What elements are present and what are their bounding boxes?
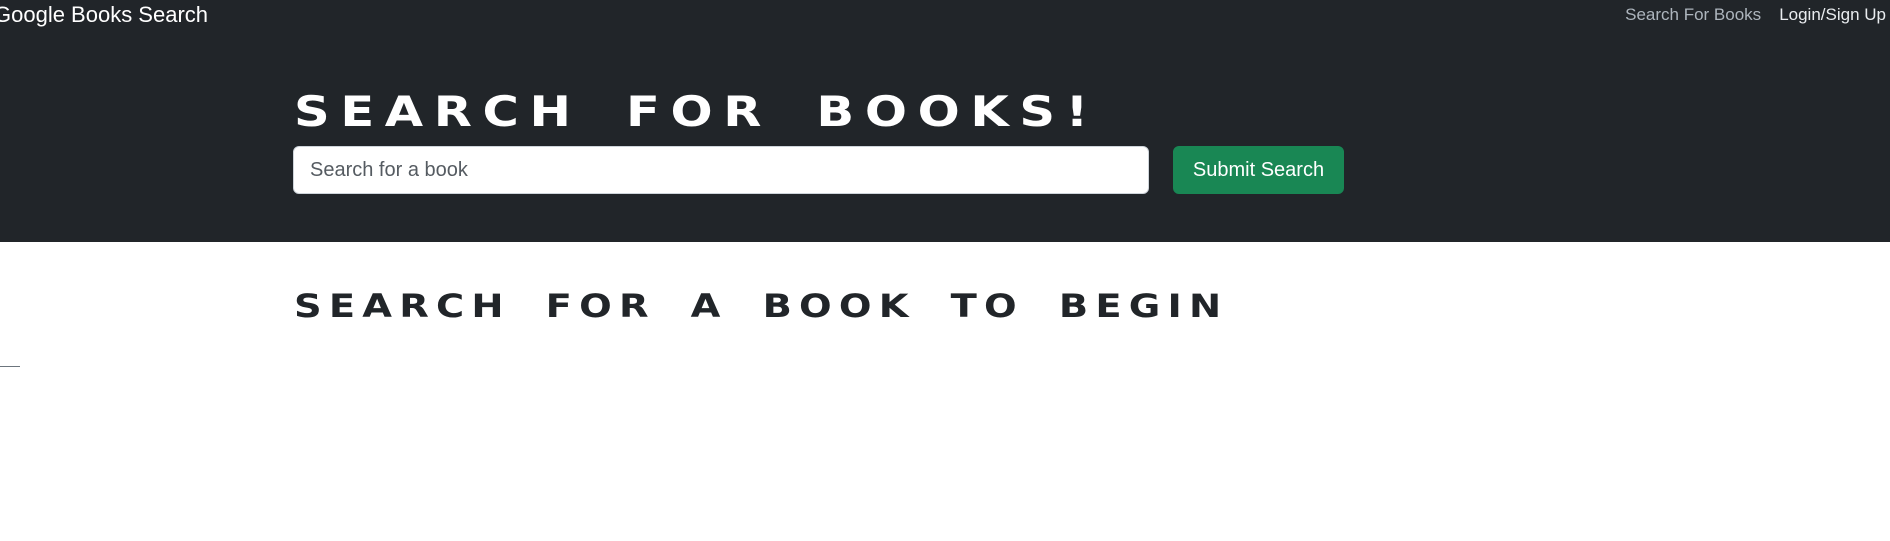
navbar-brand[interactable]: Google Books Search bbox=[0, 2, 208, 28]
submit-search-button[interactable]: Submit Search bbox=[1173, 146, 1344, 194]
results-heading: SEARCH FOR A BOOK TO BEGIN bbox=[294, 287, 1229, 325]
search-input[interactable] bbox=[293, 146, 1149, 194]
navbar-links: Search For Books Login/Sign Up bbox=[1625, 4, 1886, 26]
divider-line bbox=[0, 366, 20, 367]
nav-link-search-for-books[interactable]: Search For Books bbox=[1625, 4, 1761, 26]
top-banner: Google Books Search Search For Books Log… bbox=[0, 0, 1890, 242]
hero-title: SEARCH FOR BOOKS! bbox=[294, 87, 1099, 136]
nav-link-login-signup[interactable]: Login/Sign Up bbox=[1779, 4, 1886, 26]
